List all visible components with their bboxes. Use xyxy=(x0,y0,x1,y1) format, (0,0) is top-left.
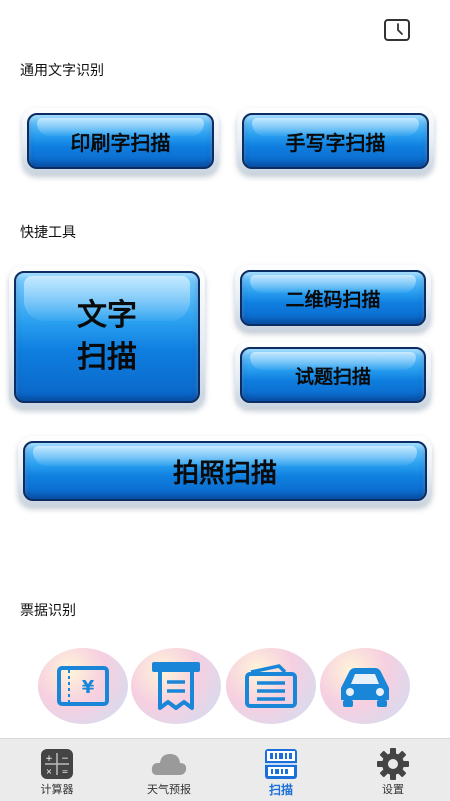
svg-text:¥: ¥ xyxy=(82,677,95,698)
text-scan-button[interactable]: 文字 扫描 xyxy=(9,266,205,408)
tab-settings[interactable]: 设置 xyxy=(337,739,449,801)
car-icon xyxy=(341,668,389,707)
tab-settings-label: 设置 xyxy=(382,783,404,796)
svg-text:=: = xyxy=(62,767,69,776)
handwriting-scan-label: 手写字扫描 xyxy=(285,130,386,155)
bottom-tab-bar: + − × = 计算器 天气预报 扫描 设置 xyxy=(0,738,450,801)
section-label-tools: 快捷工具 xyxy=(20,225,76,241)
card-scan-button[interactable] xyxy=(226,648,316,724)
calculator-icon: + − × = xyxy=(41,749,73,779)
receipt-scan-button[interactable] xyxy=(131,648,221,724)
print-scan-label: 印刷字扫描 xyxy=(70,130,171,155)
print-scan-button[interactable]: 印刷字扫描 xyxy=(22,108,219,174)
section-label-ocr: 通用文字识别 xyxy=(20,63,104,79)
text-scan-label-line1: 文字 xyxy=(77,298,137,333)
gear-icon xyxy=(377,748,409,780)
history-button[interactable] xyxy=(384,19,410,41)
svg-text:−: − xyxy=(61,754,69,764)
clock-icon xyxy=(397,23,403,35)
tab-scan[interactable]: 扫描 xyxy=(225,739,337,801)
qr-scan-button[interactable]: 二维码扫描 xyxy=(235,265,431,331)
tab-calculator[interactable]: + − × = 计算器 xyxy=(1,739,113,801)
svg-text:+: + xyxy=(45,754,53,764)
ticket-scan-button[interactable]: ¥ xyxy=(38,648,128,724)
tab-weather-label: 天气预报 xyxy=(147,783,191,796)
card-icon xyxy=(245,664,297,708)
text-scan-label-line2: 扫描 xyxy=(77,340,137,375)
tab-weather[interactable]: 天气预报 xyxy=(113,739,225,801)
photo-scan-label: 拍照扫描 xyxy=(172,458,277,489)
vehicle-scan-button[interactable] xyxy=(320,648,410,724)
question-scan-label: 试题扫描 xyxy=(294,365,371,388)
qr-scan-label: 二维码扫描 xyxy=(285,288,381,311)
handwriting-scan-button[interactable]: 手写字扫描 xyxy=(237,108,434,174)
cloud-icon xyxy=(151,754,187,775)
svg-text:×: × xyxy=(46,767,53,776)
scan-icon xyxy=(265,749,297,779)
tab-calculator-label: 计算器 xyxy=(40,783,74,796)
question-scan-button[interactable]: 试题扫描 xyxy=(235,342,431,408)
tab-scan-label: 扫描 xyxy=(268,783,293,797)
receipt-icon xyxy=(152,662,200,710)
ticket-icon: ¥ xyxy=(57,666,109,706)
photo-scan-button[interactable]: 拍照扫描 xyxy=(18,436,432,506)
section-label-tickets: 票据识别 xyxy=(20,603,76,619)
